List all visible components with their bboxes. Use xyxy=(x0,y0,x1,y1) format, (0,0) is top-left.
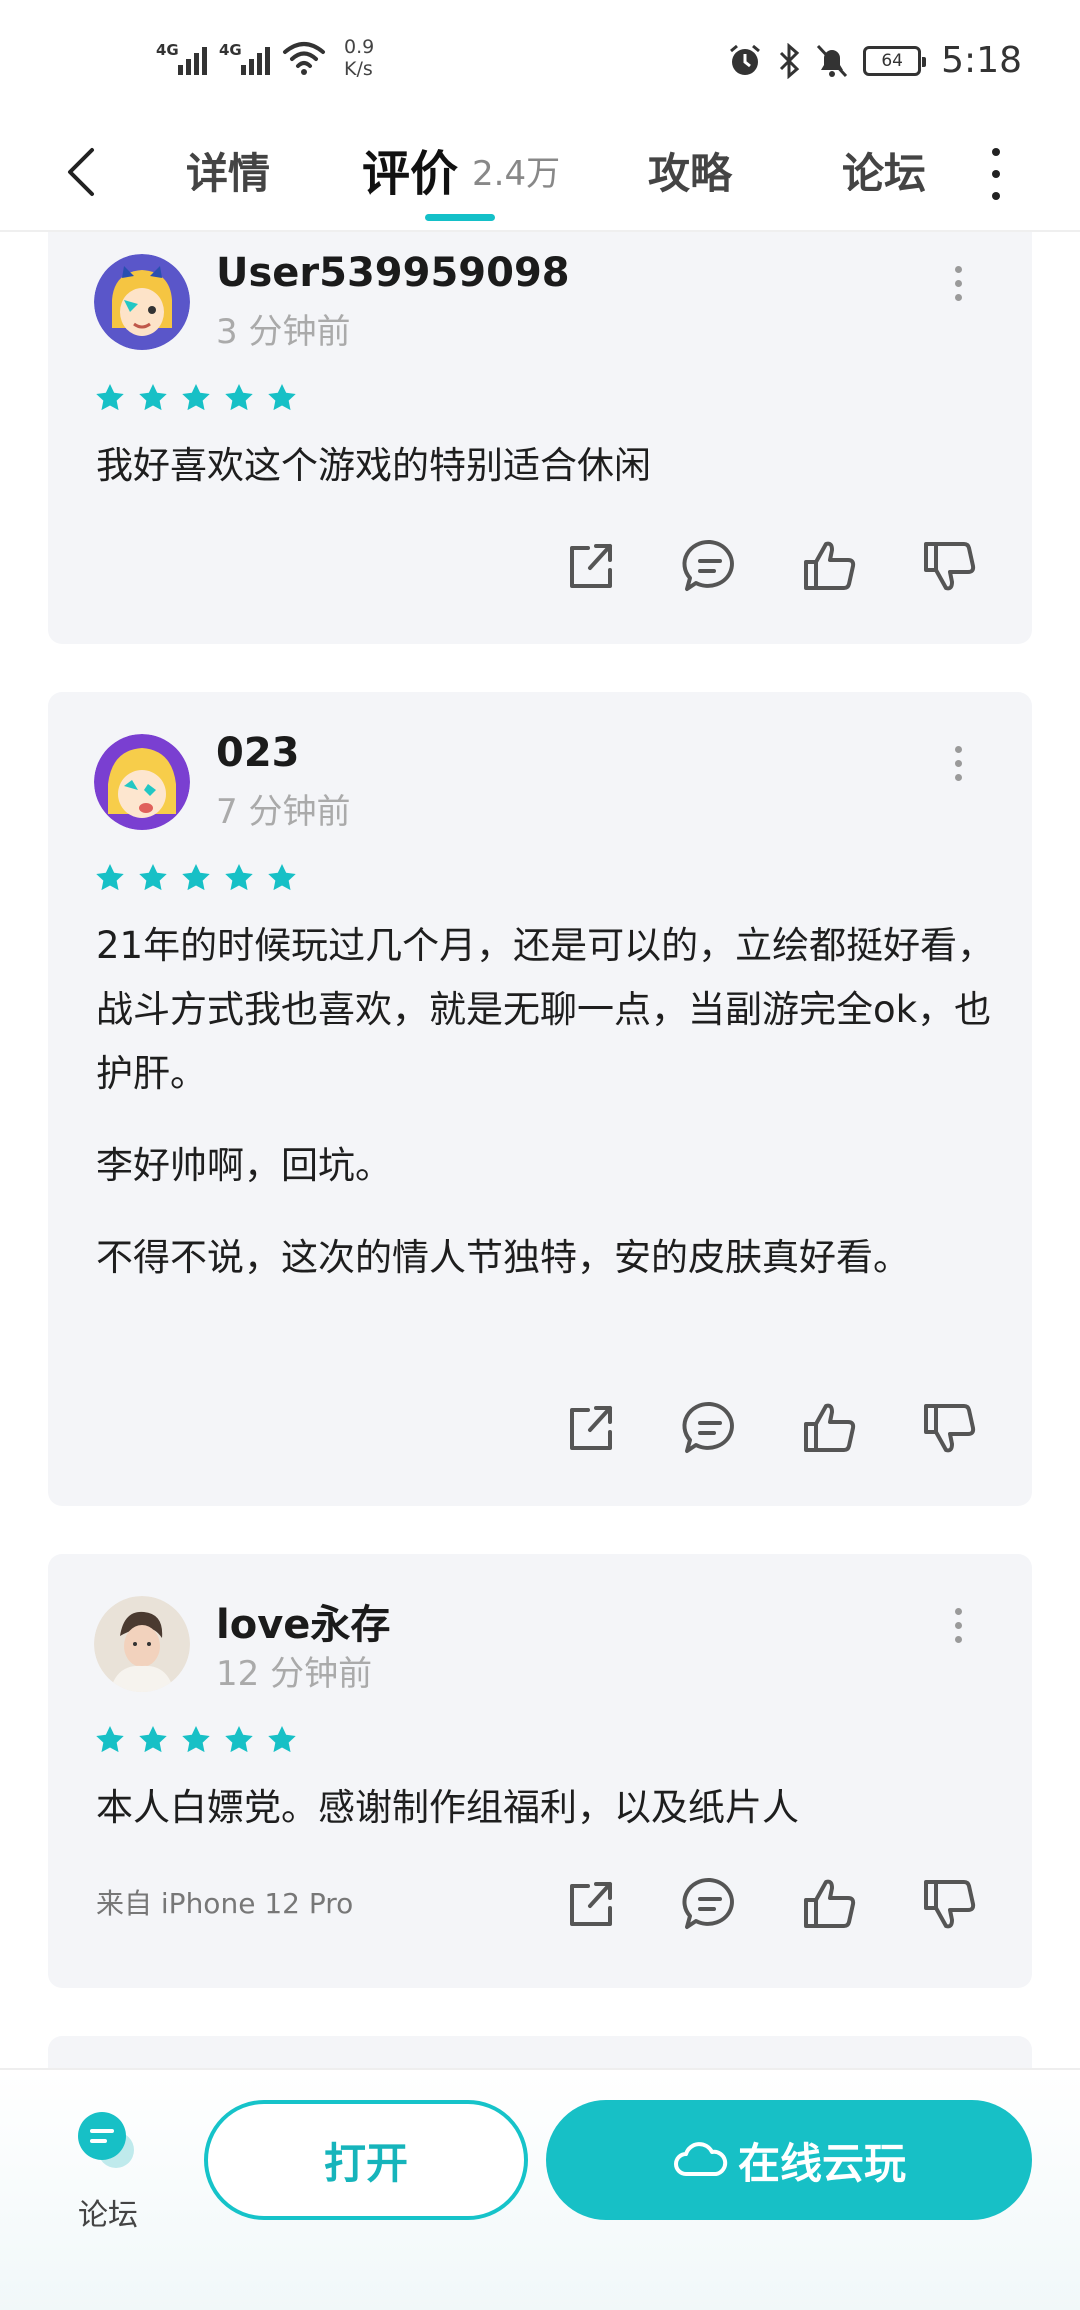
star-icon xyxy=(96,384,124,411)
bluetooth-icon xyxy=(780,42,800,79)
forum-entry[interactable]: 论坛 xyxy=(66,2106,150,2234)
star-icon xyxy=(139,864,167,891)
more-vertical-icon[interactable] xyxy=(984,144,1008,204)
comment-icon[interactable] xyxy=(678,1396,742,1460)
share-icon[interactable] xyxy=(558,1872,622,1936)
avatar[interactable] xyxy=(94,254,190,350)
star-icon xyxy=(96,1726,124,1753)
thumbs-up-icon[interactable] xyxy=(798,1396,862,1460)
star-rating xyxy=(94,1724,298,1756)
star-rating xyxy=(94,382,298,414)
star-icon xyxy=(268,864,296,891)
star-icon xyxy=(139,384,167,411)
open-button-label: 打开 xyxy=(323,2138,408,2188)
username[interactable]: love永存 xyxy=(216,1592,390,1650)
star-icon xyxy=(182,1726,210,1753)
avatar[interactable] xyxy=(94,1596,190,1692)
open-button[interactable]: 打开 xyxy=(204,2100,528,2220)
review-count: 2.4万 xyxy=(472,154,561,194)
star-icon xyxy=(225,1726,253,1753)
forum-label: 论坛 xyxy=(78,2198,138,2233)
star-icon xyxy=(96,864,124,891)
thumbs-down-icon[interactable] xyxy=(918,1872,982,1936)
status-right: 64 5:18 xyxy=(727,40,1022,81)
star-icon xyxy=(225,864,253,891)
review-time: 12 分钟前 xyxy=(216,1654,373,1694)
star-icon xyxy=(139,1726,167,1753)
net-speed: 0.9 K/s xyxy=(344,36,375,80)
review-time: 7 分钟前 xyxy=(216,792,351,832)
star-icon xyxy=(182,864,210,891)
review-actions xyxy=(48,1396,1032,1460)
username[interactable]: User539959098 xyxy=(216,250,570,296)
comment-icon[interactable] xyxy=(678,1872,742,1936)
thumbs-down-icon[interactable] xyxy=(918,1396,982,1460)
username[interactable]: 023 xyxy=(216,730,300,776)
star-rating xyxy=(94,862,298,894)
tab-guides[interactable]: 攻略 xyxy=(648,140,732,201)
star-icon xyxy=(225,384,253,411)
review-card: User539959098 3 分钟前 我好喜欢这个游戏的特别适合休闲 xyxy=(48,232,1032,644)
review-actions xyxy=(48,534,1032,598)
clock: 5:18 xyxy=(941,40,1022,81)
share-icon[interactable] xyxy=(558,534,622,598)
cell-signal-icon-2: 4G xyxy=(219,41,270,75)
back-arrow-icon[interactable] xyxy=(62,142,102,202)
cloud-icon xyxy=(674,2142,728,2176)
tab-forum[interactable]: 论坛 xyxy=(842,140,926,201)
review-list[interactable]: User539959098 3 分钟前 我好喜欢这个游戏的特别适合休闲 023 … xyxy=(0,232,1080,2068)
review-time: 3 分钟前 xyxy=(216,312,351,352)
status-left: 4G 4G 0.9 K/s xyxy=(156,36,374,80)
review-text[interactable]: 本人白嫖党。感谢制作组福利，以及纸片人 xyxy=(96,1776,996,1840)
star-icon xyxy=(268,1726,296,1753)
thumbs-up-icon[interactable] xyxy=(798,1872,862,1936)
cell-signal-icon: 4G xyxy=(156,41,207,75)
status-bar: 4G 4G 0.9 K/s 64 5:18 xyxy=(0,0,1080,122)
top-nav: 详情 评价 2.4万 攻略 论坛 xyxy=(0,122,1080,232)
review-card: love永存 12 分钟前 本人白嫖党。感谢制作组福利，以及纸片人 来自 iPh… xyxy=(48,1554,1032,1988)
review-text[interactable]: 我好喜欢这个游戏的特别适合休闲 xyxy=(96,434,996,498)
share-icon[interactable] xyxy=(558,1396,622,1460)
comment-icon[interactable] xyxy=(678,534,742,598)
active-tab-indicator xyxy=(425,214,495,221)
wifi-icon xyxy=(283,42,325,75)
star-icon xyxy=(182,384,210,411)
cloud-play-button[interactable]: 在线云玩 xyxy=(546,2100,1032,2220)
review-card-partial xyxy=(48,2036,1032,2068)
thumbs-up-icon[interactable] xyxy=(798,534,862,598)
thumbs-down-icon[interactable] xyxy=(918,534,982,598)
review-card: 023 7 分钟前 21年的时候玩过几个月，还是可以的，立绘都挺好看，战斗方式我… xyxy=(48,692,1032,1506)
more-vertical-icon[interactable] xyxy=(948,738,968,788)
tab-reviews[interactable]: 评价 xyxy=(362,134,458,204)
more-vertical-icon[interactable] xyxy=(948,258,968,308)
more-vertical-icon[interactable] xyxy=(948,1600,968,1650)
alarm-icon xyxy=(730,44,761,75)
review-text[interactable]: 21年的时候玩过几个月，还是可以的，立绘都挺好看，战斗方式我也喜欢，就是无聊一点… xyxy=(96,914,996,1290)
battery-indicator: 64 xyxy=(863,45,927,76)
review-actions xyxy=(48,1872,1032,1936)
mute-bell-icon xyxy=(817,44,848,77)
cloud-play-label: 在线云玩 xyxy=(737,2138,906,2188)
avatar[interactable] xyxy=(94,734,190,830)
bottom-action-bar: 论坛 打开 在线云玩 xyxy=(0,2068,1080,2310)
star-icon xyxy=(268,384,296,411)
tab-details[interactable]: 详情 xyxy=(186,140,270,201)
forum-chat-icon xyxy=(72,2106,144,2178)
